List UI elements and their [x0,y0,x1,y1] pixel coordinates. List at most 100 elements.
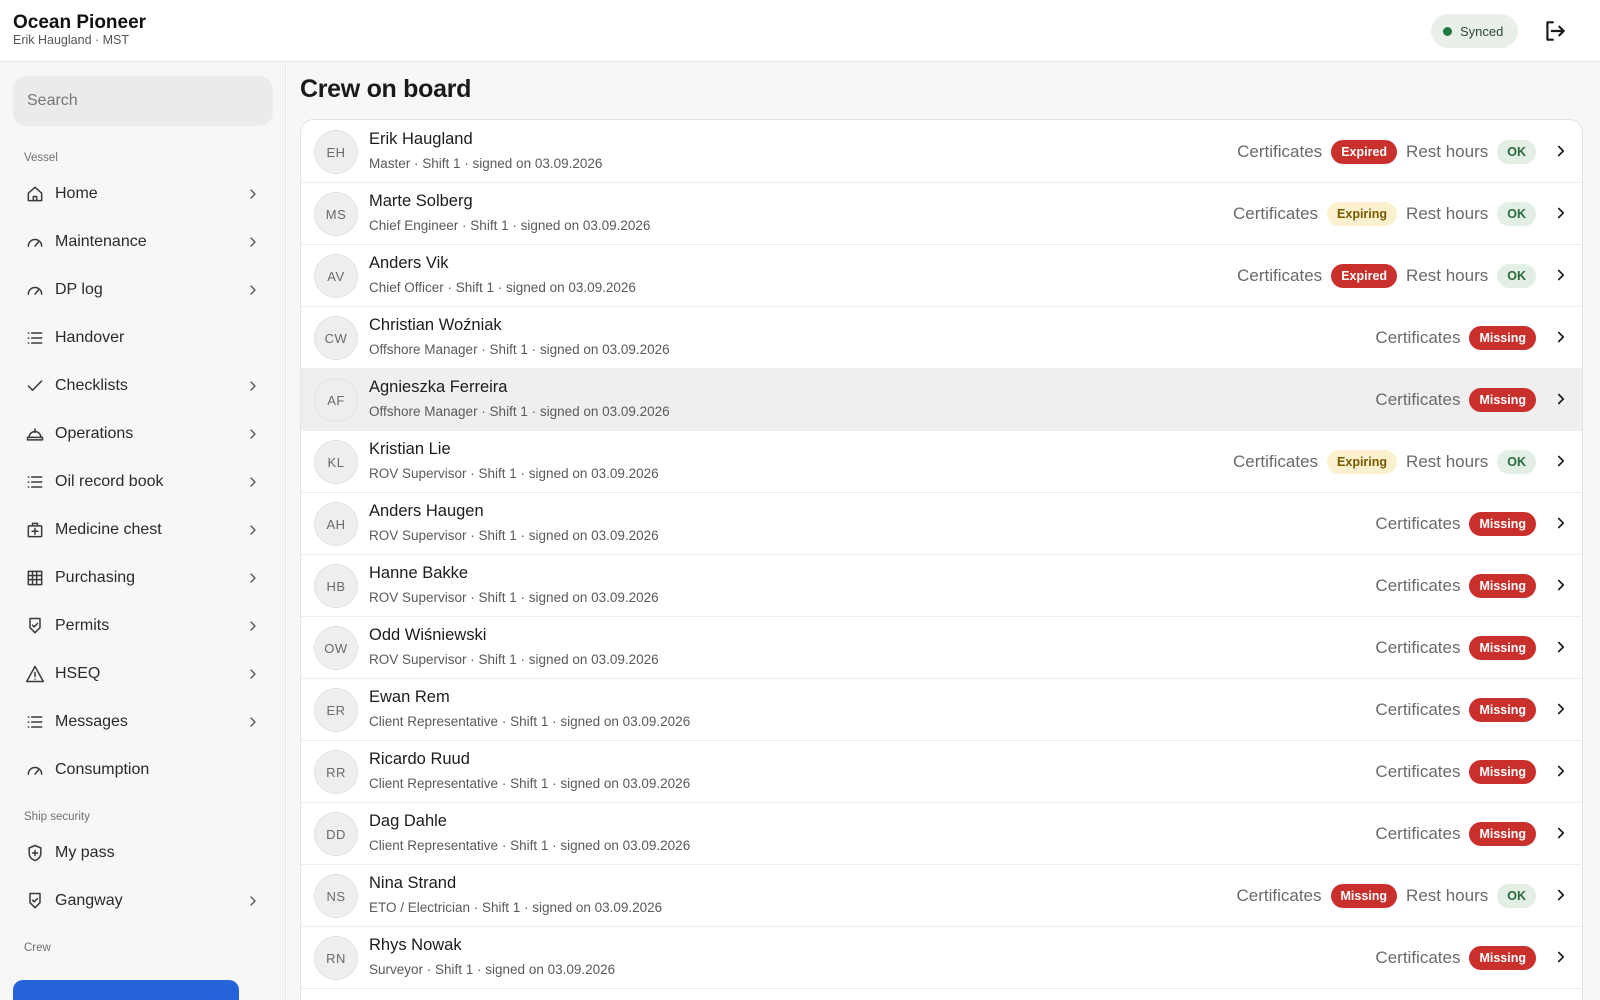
crew-name: Anders Vik [369,254,449,272]
crew-name: Dag Dahle [369,812,447,830]
certificates-label: Certificates [1375,327,1461,347]
shield-check-icon [25,616,45,636]
warning-icon [25,664,45,684]
home-icon [25,184,45,204]
chevron-right-icon [1552,204,1570,222]
sidebar-item-checklists[interactable]: Checklists [13,364,273,408]
sync-dot-icon [1443,26,1452,36]
certificates-label: Certificates [1375,637,1461,657]
avatar: MS [314,192,358,236]
sidebar-item-gangway[interactable]: Gangway [13,879,273,923]
certificate-status-badge: Missing [1469,325,1536,350]
rest-hours-label: Rest hours [1406,203,1489,223]
sidebar-item-crew-active[interactable] [13,980,239,1000]
crew-meta: Client Representative · Shift 1 · signed… [369,714,691,729]
rest-hours-status-badge: OK [1497,449,1536,474]
certificate-status-badge: Missing [1469,759,1536,784]
chevron-right-icon [1552,266,1570,284]
shield-plus-icon [25,843,45,863]
rest-hours-status-badge: OK [1497,201,1536,226]
sidebar-item-handover[interactable]: Handover [13,316,273,360]
sidebar-item-label: Medicine chest [55,521,162,538]
sidebar-item-hseq[interactable]: HSEQ [13,652,273,696]
chevron-right-icon [245,426,261,442]
crew-row[interactable]: KL Kristian Lie ROV Supervisor · Shift 1 ·… [301,430,1582,493]
crew-status-group: Certificates Missing [1375,492,1536,555]
user-role: Erik Haugland · MST [13,33,130,47]
avatar: EH [314,130,358,174]
sidebar-item-label: Consumption [55,761,150,778]
crew-row[interactable]: EH Erik Haugland Master · Shift 1 · signed… [301,120,1582,183]
crew-name: Rhys Nowak [369,936,462,954]
rest-hours-label: Rest hours [1406,885,1489,905]
certificates-label: Certificates [1375,389,1461,409]
avatar: AV [314,254,358,298]
crew-row[interactable]: MS Marte Solberg Chief Engineer · Shift 1 … [301,182,1582,245]
crew-row[interactable]: RN Rhys Nowak Surveyor · Shift 1 · signed … [301,926,1582,989]
chevron-right-icon [1552,142,1570,160]
certificate-status-badge: Missing [1469,511,1536,536]
certificate-status-badge: Missing [1469,573,1536,598]
crew-list: EH Erik Haugland Master · Shift 1 · signed… [300,119,1583,1000]
chevron-right-icon [1552,390,1570,408]
sidebar-item-purchasing[interactable]: Purchasing [13,556,273,600]
crew-row[interactable]: HB Hanne Bakke ROV Supervisor · Shift 1 · … [301,554,1582,617]
crew-row[interactable]: AH Anders Haugen ROV Supervisor · Shift 1 … [301,492,1582,555]
sidebar-item-permits[interactable]: Permits [13,604,273,648]
crew-row[interactable]: ER Ewan Rem Client Representative · Shift … [301,678,1582,741]
avatar: NS [314,874,358,918]
certificates-label: Certificates [1375,699,1461,719]
top-bar: Ocean Pioneer Erik Haugland · MST Synced [0,0,1600,62]
certificate-status-badge: Expiring [1327,201,1398,226]
crew-row[interactable]: AV Anders Vik Chief Officer · Shift 1 · si… [301,244,1582,307]
crew-meta: ROV Supervisor · Shift 1 · signed on 03.… [369,590,659,605]
chevron-right-icon [1552,514,1570,532]
sidebar-item-consumption[interactable]: Consumption [13,748,273,792]
crew-row[interactable]: NS Nina Strand ETO / Electrician · Shift 1… [301,864,1582,927]
logout-button[interactable] [1542,18,1568,44]
crew-row[interactable]: RR Ricardo Ruud Client Representative · Sh… [301,740,1582,803]
grid-icon [25,568,45,588]
certificates-label: Certificates [1375,761,1461,781]
sidebar-item-oil-record-book[interactable]: Oil record book [13,460,273,504]
chevron-right-icon [245,570,261,586]
sidebar-item-operations[interactable]: Operations [13,412,273,456]
certificates-label: Certificates [1375,575,1461,595]
chevron-right-icon [245,474,261,490]
crew-name: Ricardo Ruud [369,750,470,768]
certificates-label: Certificates [1233,203,1319,223]
crew-name: Anders Haugen [369,502,484,520]
crew-meta: ROV Supervisor · Shift 1 · signed on 03.… [369,652,659,667]
crew-row[interactable]: AF Agnieszka Ferreira Offshore Manager · S… [301,368,1582,431]
crew-status-group: Certificates Missing [1375,368,1536,431]
crew-status-group: Certificates Missing [1375,616,1536,679]
chevron-right-icon [1552,700,1570,718]
sync-status-label: Synced [1460,23,1504,39]
certificate-status-badge: Expired [1331,139,1398,164]
sidebar-item-label: Purchasing [55,569,136,586]
list-icon [25,328,45,348]
crew-status-group: Certificates Missing Rest hours OK [1236,864,1536,927]
crew-row[interactable]: CW Christian Woźniak Offshore Manager · Sh… [301,306,1582,369]
sidebar-item-home[interactable]: Home [13,172,273,216]
search-input[interactable] [13,76,273,126]
crew-status-group: Certificates Expired Rest hours OK [1237,244,1536,307]
sidebar-item-label: HSEQ [55,665,101,682]
sidebar-item-label: Messages [55,713,128,730]
section-label-vessel: Vessel [24,152,58,164]
crew-row[interactable]: OW Odd Wiśniewski ROV Supervisor · Shift 1… [301,616,1582,679]
rest-hours-label: Rest hours [1406,141,1489,161]
sidebar-item-dp-log[interactable]: DP log [13,268,273,312]
certificates-label: Certificates [1233,451,1319,471]
crew-name: Ewan Rem [369,688,450,706]
chevron-right-icon [245,378,261,394]
crew-row[interactable]: DD Dag Dahle Client Representative · Shift… [301,802,1582,865]
sidebar-item-messages[interactable]: Messages [13,700,273,744]
sidebar-item-medicine-chest[interactable]: Medicine chest [13,508,273,552]
crew-status-group: Certificates Missing [1375,740,1536,803]
sidebar-item-my-pass[interactable]: My pass [13,831,273,875]
chevron-right-icon [245,186,261,202]
certificates-label: Certificates [1375,823,1461,843]
crew-meta: Offshore Manager · Shift 1 · signed on 0… [369,404,670,419]
sidebar-item-maintenance[interactable]: Maintenance [13,220,273,264]
